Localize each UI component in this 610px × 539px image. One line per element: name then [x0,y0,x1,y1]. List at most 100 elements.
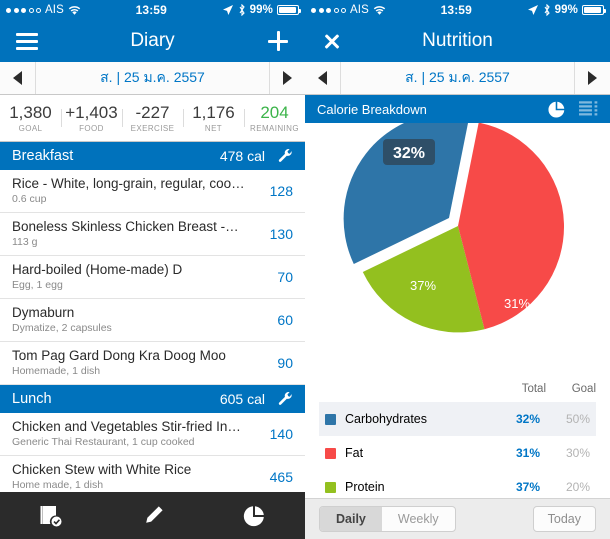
status-bar-right: 99% [527,4,606,16]
summary-exercise-value: -227 [135,103,170,122]
next-day-button[interactable] [269,62,305,94]
legend-swatch-protein [325,481,336,493]
bluetooth-icon [544,4,550,16]
food-info: Chicken Stew with White Rice Home made, … [12,462,261,492]
legend-goal-carbohydrates: 50% [565,412,590,426]
meal-calories-label: 478 cal [219,148,265,164]
meal-header-breakfast[interactable]: Breakfast 478 cal [0,142,305,170]
food-name-label: Hard-boiled (Home-made) D [12,262,183,277]
legend-header-goal: Goal [571,383,596,395]
hamburger-menu-icon[interactable] [14,28,40,54]
list-view-icon[interactable] [578,99,598,119]
wifi-icon [68,5,81,15]
food-detail-label: Egg, 1 egg [12,279,63,291]
tab-diary[interactable] [0,504,102,528]
status-bar-left: AIS [311,4,386,16]
pie-label-fat: 31% [504,296,530,311]
page-title: Diary [130,30,175,51]
summary-goal-label: GOAL [18,124,43,133]
summary-net: 1,176 NET [183,103,244,133]
table-row[interactable]: Rice - White, long-grain, regular, coo… … [0,170,305,213]
battery-percent-label: 99% [249,4,273,16]
wrench-icon[interactable] [277,391,293,407]
meal-name-label: Breakfast [12,148,74,164]
food-calories-label: 130 [269,226,293,242]
food-info: Chicken and Vegetables Stir-fried In… Ge… [12,419,261,449]
triangle-left-icon [318,71,327,85]
food-name-label: Rice - White, long-grain, regular, coo… [12,176,245,191]
signal-strength-icon [6,7,41,13]
pie-chart-icon [244,505,264,526]
summary-exercise-label: EXERCISE [130,124,175,133]
legend-total-fat: 31% [515,446,540,460]
legend-header-row: Total Goal [319,376,596,402]
food-info: Dymaburn Dymatize, 2 capsules [12,305,261,335]
battery-icon [277,5,301,15]
food-detail-label: Home made, 1 dish [12,479,104,491]
food-detail-label: 113 g [12,236,38,248]
close-x-icon[interactable] [319,28,345,54]
table-row[interactable]: Chicken Stew with White Rice Home made, … [0,456,305,492]
pencil-icon [145,505,163,523]
table-row[interactable]: Hard-boiled (Home-made) D Egg, 1 egg 70 [0,256,305,299]
nutrition-nav-bar: Nutrition [305,20,610,62]
legend-label-fat: Fat [345,446,364,460]
segment-weekly[interactable]: Weekly [382,507,455,531]
battery-percent-label: 99% [554,4,578,16]
wrench-icon[interactable] [277,148,293,164]
pie-label-protein: 37% [410,278,436,293]
status-bar-right: 99% [222,4,301,16]
today-button[interactable]: Today [532,506,596,532]
table-row[interactable]: Boneless Skinless Chicken Breast -… 113 … [0,213,305,256]
diary-date-bar: ส. | 25 ม.ค. 2557 [0,62,305,95]
food-calories-label: 140 [269,426,293,442]
food-detail-label: 0.6 cup [12,193,47,205]
food-name-label: Chicken Stew with White Rice [12,462,192,477]
tab-edit[interactable] [102,504,204,528]
nutrition-legend-table: Total Goal Carbohydrates 32% 50% Fat 31%… [305,376,610,504]
legend-row-carbohydrates[interactable]: Carbohydrates 32% 50% [319,402,596,436]
status-bar-left: AIS [6,4,81,16]
meal-calories-label: 605 cal [219,391,265,407]
food-info: Tom Pag Gard Dong Kra Doog Moo Homemade,… [12,348,261,378]
triangle-right-icon [283,71,292,85]
summary-food: +1,403 FOOD [61,103,122,133]
status-bar-nutrition: AIS 13:59 99% [305,0,610,20]
triangle-right-icon [588,71,597,85]
legend-goal-fat: 30% [565,446,590,460]
summary-exercise: -227 EXERCISE [122,103,183,133]
plus-icon[interactable] [265,28,291,54]
calorie-breakdown-pie-chart[interactable]: 31% 37% 32% [305,112,610,376]
table-row[interactable]: Chicken and Vegetables Stir-fried In… Ge… [0,413,305,456]
tab-nutrition[interactable] [203,504,305,528]
page-title: Nutrition [422,30,493,51]
diary-food-list[interactable]: Breakfast 478 cal Rice - White, long-gra… [0,142,305,492]
legend-total-protein: 37% [515,480,540,494]
bottom-tab-bar [0,492,305,539]
prev-day-button[interactable] [305,62,341,94]
clock-label: 13:59 [135,3,167,17]
pie-tooltip-carbohydrates: 32% [383,139,435,165]
next-day-button[interactable] [574,62,610,94]
pie-chart-icon[interactable] [546,99,566,119]
legend-row-fat[interactable]: Fat 31% 30% [319,436,596,470]
food-info: Hard-boiled (Home-made) D Egg, 1 egg [12,262,261,292]
summary-goal: 1,380 GOAL [0,103,61,133]
summary-net-label: NET [204,124,223,133]
food-name-label: Boneless Skinless Chicken Breast -… [12,219,239,234]
battery-icon [582,5,606,15]
current-date-label[interactable]: ส. | 25 ม.ค. 2557 [36,62,269,94]
prev-day-button[interactable] [0,62,36,94]
nutrition-bottom-bar: Daily Weekly Today [305,498,610,539]
legend-label-carbohydrates: Carbohydrates [345,412,427,426]
table-row[interactable]: Tom Pag Gard Dong Kra Doog Moo Homemade,… [0,342,305,385]
food-info: Rice - White, long-grain, regular, coo… … [12,176,261,206]
triangle-left-icon [13,71,22,85]
pie-tooltip-label: 32% [393,145,425,162]
meal-header-lunch[interactable]: Lunch 605 cal [0,385,305,413]
current-date-label[interactable]: ส. | 25 ม.ค. 2557 [341,62,574,94]
segment-daily[interactable]: Daily [320,507,382,531]
location-arrow-icon [527,5,538,15]
food-name-label: Chicken and Vegetables Stir-fried In… [12,419,241,434]
table-row[interactable]: Dymaburn Dymatize, 2 capsules 60 [0,299,305,342]
